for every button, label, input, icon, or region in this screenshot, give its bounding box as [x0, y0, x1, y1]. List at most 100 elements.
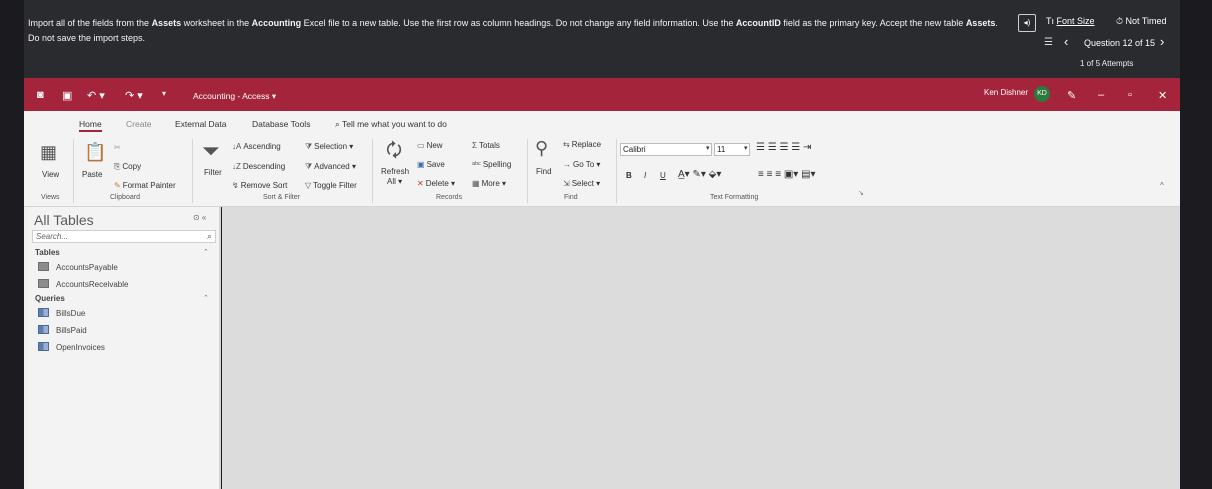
- window-title: Accounting - Access ▾: [193, 91, 277, 101]
- replace-button[interactable]: ⇆ Replace: [563, 140, 601, 149]
- select-button[interactable]: ⇲ Select ▾: [563, 179, 600, 188]
- right-bezel: [1180, 78, 1212, 489]
- descending-button[interactable]: ↓Z Descending: [232, 162, 285, 171]
- collapse-ribbon-icon[interactable]: ^: [1160, 181, 1164, 190]
- new-record-button[interactable]: ▭ New: [417, 141, 443, 150]
- font-size-link[interactable]: Tı Font Size: [1046, 16, 1095, 26]
- copy-button[interactable]: ⎘ Copy: [114, 162, 141, 172]
- screen: Import all of the fields from the Assets…: [0, 0, 1212, 489]
- nav-pane-title[interactable]: All Tables: [34, 212, 94, 228]
- list-bullets-icon[interactable]: ☰ ☰ ☰ ☰ ⇥: [756, 142, 811, 153]
- tables-section-header[interactable]: Tables: [35, 248, 60, 257]
- paste-button[interactable]: Paste: [82, 170, 102, 179]
- pen-icon[interactable]: ✎: [1067, 89, 1076, 102]
- toggle-filter-button[interactable]: ▽ Toggle Filter: [305, 181, 357, 190]
- goto-arrow-icon: →: [563, 160, 571, 169]
- view-icon[interactable]: ▦: [40, 142, 57, 163]
- group-find: Find: [564, 194, 578, 201]
- navigation-pane: All Tables ⊙ « Search... ⌕ Tables ⌃ Accou…: [28, 207, 221, 489]
- tab-external-data[interactable]: External Data: [175, 119, 227, 129]
- align-icon[interactable]: ≡ ≡ ≡ ▣▾ ▤▾: [758, 169, 816, 180]
- table-accounts-payable[interactable]: AccountsPayable: [38, 262, 118, 272]
- group-views: Views: [41, 194, 60, 201]
- divider: [192, 139, 193, 203]
- collapse-section-icon[interactable]: ⌃: [203, 294, 209, 302]
- save-record-button[interactable]: ▣ Save: [417, 160, 445, 169]
- user-name: Ken Dishner: [984, 88, 1029, 97]
- group-sort-filter: Sort & Filter: [263, 194, 300, 201]
- font-name-dropdown-icon[interactable]: ▾: [706, 144, 710, 152]
- delete-button[interactable]: ✕ Delete ▾: [417, 179, 455, 188]
- divider: [527, 139, 528, 203]
- save-icon[interactable]: ▣: [62, 89, 72, 102]
- underline-icon[interactable]: U: [660, 171, 666, 180]
- tell-me-box[interactable]: ⌕ Tell me what you want to do: [335, 119, 447, 130]
- previous-question-button[interactable]: ‹: [1064, 34, 1068, 49]
- user-avatar[interactable]: KD: [1034, 86, 1050, 102]
- selection-button[interactable]: ⧩ Selection ▾: [305, 142, 353, 152]
- group-clipboard: Clipboard: [110, 194, 140, 201]
- next-question-button[interactable]: ›: [1160, 34, 1164, 49]
- tab-database-tools[interactable]: Database Tools: [252, 119, 310, 129]
- tab-create[interactable]: Create: [126, 119, 152, 129]
- selection-icon: ⧩: [305, 142, 313, 151]
- bold-icon[interactable]: B: [626, 171, 632, 180]
- nav-search-input[interactable]: Search... ⌕: [32, 230, 216, 243]
- query-open-invoices[interactable]: OpenInvoices: [38, 342, 105, 352]
- remove-sort-button[interactable]: ↯ Remove Sort: [232, 181, 287, 190]
- filter-button[interactable]: Filter: [204, 168, 222, 177]
- advanced-filter-icon: ⧩: [305, 162, 313, 171]
- undo-icon[interactable]: ↶ ▾: [87, 89, 105, 102]
- spelling-button[interactable]: ᵃᵇᶜ Spelling: [472, 160, 511, 169]
- audio-speaker-icon[interactable]: ◂): [1018, 14, 1036, 32]
- italic-icon[interactable]: I: [644, 171, 646, 180]
- collapse-section-icon[interactable]: ⌃: [203, 248, 209, 256]
- document-workspace[interactable]: [222, 207, 1180, 489]
- left-bezel: [0, 78, 24, 489]
- query-icon: [38, 325, 49, 334]
- totals-button[interactable]: Σ Totals: [472, 141, 500, 150]
- more-button[interactable]: ▦ More ▾: [472, 179, 506, 188]
- redo-icon[interactable]: ↷ ▾: [125, 89, 143, 102]
- search-icon: ⌕: [206, 231, 212, 241]
- group-text-formatting: Text Formatting: [710, 194, 759, 201]
- restore-icon[interactable]: ▫: [1128, 89, 1132, 101]
- minimize-icon[interactable]: –: [1098, 89, 1104, 101]
- query-bills-due[interactable]: BillsDue: [38, 308, 85, 318]
- refresh-all-button[interactable]: Refresh: [381, 167, 409, 176]
- refresh-all-dropdown[interactable]: All ▾: [387, 177, 402, 186]
- sigma-icon: Σ: [472, 141, 477, 150]
- question-list-icon[interactable]: ☰: [1044, 37, 1053, 48]
- paste-icon[interactable]: 📋: [84, 142, 106, 163]
- font-size-dropdown-icon[interactable]: ▾: [744, 144, 748, 152]
- table-accounts-receivable[interactable]: AccountsReceivable: [38, 279, 128, 289]
- query-icon: [38, 308, 49, 317]
- sort-ascending-icon: ↓A: [232, 142, 242, 151]
- spelling-icon: ᵃᵇᶜ: [472, 160, 481, 169]
- font-name-select[interactable]: Calibri: [620, 143, 712, 156]
- close-icon[interactable]: ✕: [1158, 89, 1167, 102]
- tab-home[interactable]: Home: [79, 119, 102, 132]
- nav-pane-controls[interactable]: ⊙ «: [193, 213, 206, 222]
- view-button[interactable]: View: [42, 170, 59, 179]
- attempts-counter: 1 of 5 Attempts: [1080, 59, 1134, 68]
- advanced-button[interactable]: ⧩ Advanced ▾: [305, 162, 356, 172]
- ascending-button[interactable]: ↓A Ascending: [232, 142, 281, 151]
- timer-status: ⏱ Not Timed: [1116, 16, 1167, 26]
- goto-button[interactable]: → Go To ▾: [563, 160, 600, 169]
- divider: [372, 139, 373, 203]
- cut-icon[interactable]: ✂: [114, 143, 121, 152]
- table-icon: [38, 279, 49, 288]
- refresh-icon[interactable]: 🗘: [386, 138, 402, 168]
- customize-qat-icon[interactable]: ▾: [162, 89, 166, 98]
- format-painter-button[interactable]: ✎ Format Painter: [114, 181, 176, 190]
- camera-icon[interactable]: ◙: [37, 89, 44, 101]
- font-color-icon[interactable]: A̲▾ ✎▾ ⬙▾: [678, 169, 721, 180]
- dialog-launcher-icon[interactable]: ↘: [858, 189, 864, 197]
- find-button[interactable]: Find: [536, 167, 552, 176]
- sort-descending-icon: ↓Z: [232, 162, 241, 171]
- query-bills-paid[interactable]: BillsPaid: [38, 325, 87, 335]
- filter-icon[interactable]: ⏷: [202, 138, 220, 164]
- queries-section-header[interactable]: Queries: [35, 294, 65, 303]
- find-icon[interactable]: ⚲: [535, 138, 548, 159]
